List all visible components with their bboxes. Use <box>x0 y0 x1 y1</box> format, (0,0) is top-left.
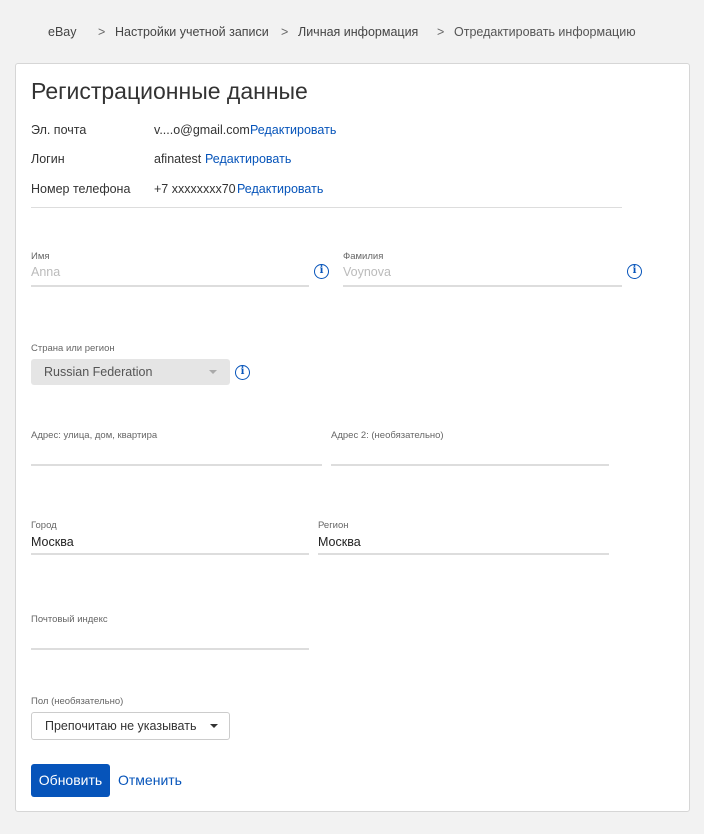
cancel-link[interactable]: Отменить <box>118 772 182 788</box>
country-select-value: Russian Federation <box>44 365 153 379</box>
breadcrumb-edit-info: Отредактировать информацию <box>454 25 636 39</box>
city-input[interactable]: Москва <box>31 533 309 551</box>
city-underline <box>31 553 309 555</box>
first-name-input[interactable]: Anna <box>31 263 309 281</box>
city-label: Город <box>31 520 57 531</box>
info-icon[interactable]: i <box>314 264 329 279</box>
login-value: afinatest <box>154 152 202 166</box>
breadcrumb-ebay[interactable]: eBay <box>48 25 77 39</box>
first-name-underline <box>31 285 309 287</box>
edit-phone-link[interactable]: Редактировать <box>237 182 323 196</box>
page-title: Регистрационные данные <box>31 78 308 104</box>
last-name-input[interactable]: Voynova <box>343 263 622 281</box>
postal-label: Почтовый индекс <box>31 614 108 625</box>
postal-underline <box>31 648 309 650</box>
info-icon[interactable]: i <box>627 264 642 279</box>
gender-label: Пол (необязательно) <box>31 696 124 707</box>
phone-value: +7 xxxxxxxx70 <box>154 182 236 196</box>
edit-login-link[interactable]: Редактировать <box>205 152 291 166</box>
breadcrumb-separator: > <box>98 25 106 39</box>
country-select: Russian Federation <box>31 359 230 385</box>
email-label: Эл. почта <box>31 123 87 137</box>
phone-label: Номер телефона <box>31 182 131 196</box>
divider <box>31 207 622 208</box>
info-icon[interactable]: i <box>235 365 250 380</box>
address1-label: Адрес: улица, дом, квартира <box>31 430 158 441</box>
breadcrumb-separator: > <box>437 25 445 39</box>
last-name-label: Фамилия <box>343 251 384 262</box>
registration-card: Регистрационные данные Эл. почта v....o@… <box>15 63 690 812</box>
region-underline <box>318 553 609 555</box>
region-label: Регион <box>318 520 349 531</box>
address1-underline <box>31 464 322 466</box>
edit-email-link[interactable]: Редактировать <box>250 123 336 137</box>
email-value: v....o@gmail.com <box>154 123 250 137</box>
breadcrumb-personal-info[interactable]: Личная информация <box>298 25 418 39</box>
first-name-label: Имя <box>31 251 50 262</box>
address2-underline <box>331 464 609 466</box>
breadcrumb-separator: > <box>281 25 289 39</box>
address2-label: Адрес 2: (необязательно) <box>331 430 444 441</box>
last-name-underline <box>343 285 622 287</box>
chevron-down-icon <box>209 370 217 374</box>
gender-select[interactable]: Препочитаю не указывать <box>31 712 230 740</box>
breadcrumb-account-settings[interactable]: Настройки учетной записи <box>115 25 269 39</box>
address1-input[interactable] <box>31 444 322 462</box>
postal-input[interactable] <box>31 628 309 646</box>
update-button[interactable]: Обновить <box>31 764 110 797</box>
address2-input[interactable] <box>331 444 609 462</box>
gender-select-value: Препочитаю не указывать <box>45 719 197 733</box>
country-label: Страна или регион <box>31 343 115 354</box>
chevron-down-icon <box>210 724 218 728</box>
region-input[interactable]: Москва <box>318 533 609 551</box>
login-label: Логин <box>31 152 65 166</box>
